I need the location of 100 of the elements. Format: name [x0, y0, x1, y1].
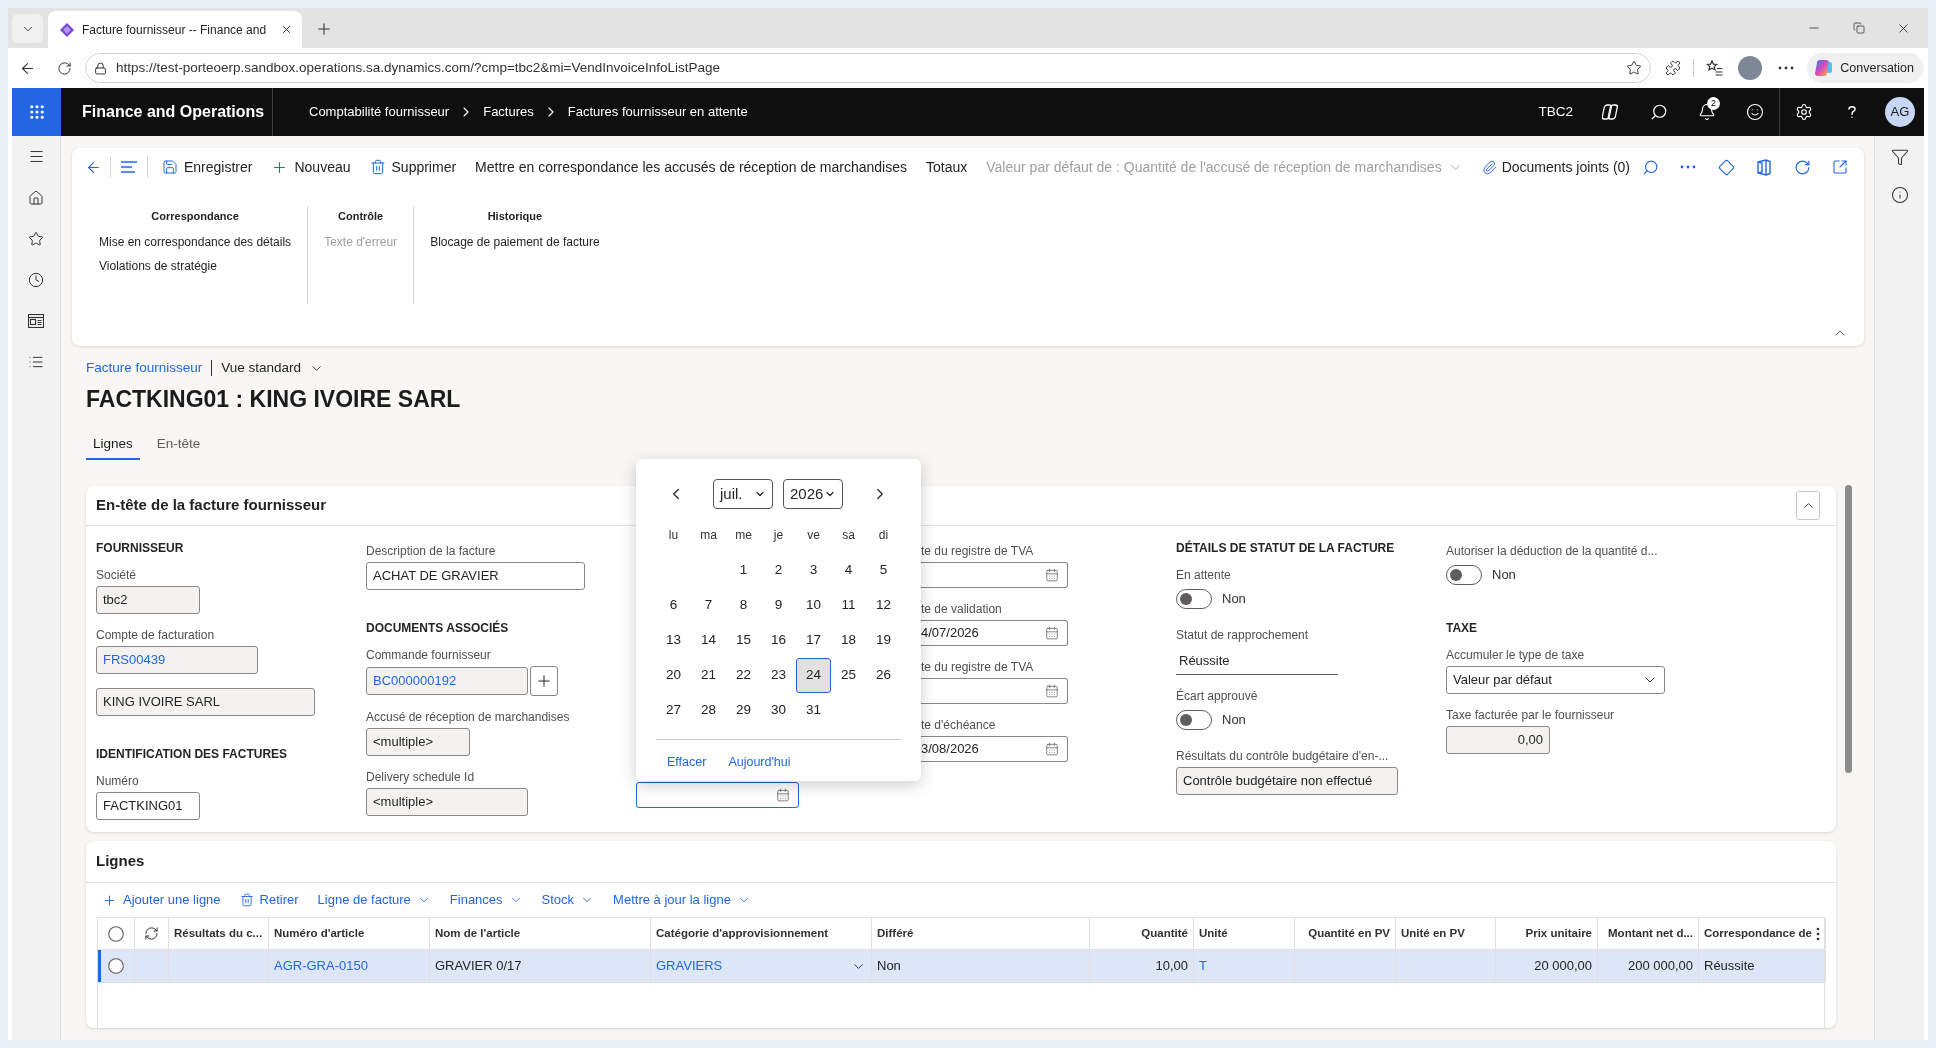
view-selector[interactable]: Vue standard	[221, 357, 325, 379]
calendar-day[interactable]: 12	[866, 588, 901, 623]
column-header[interactable]: Différé	[872, 918, 1090, 949]
column-header[interactable]: Quantité	[1090, 918, 1194, 949]
column-header[interactable]: Numéro d'article	[269, 918, 430, 949]
calendar-day[interactable]: 22	[726, 658, 761, 693]
toolbar-button[interactable]: Enregistrer	[162, 152, 253, 182]
date-field[interactable]	[921, 678, 1068, 704]
input-field[interactable]: FRS00439	[96, 646, 258, 674]
input-field[interactable]: Contrôle budgétaire non effectué	[1176, 767, 1398, 795]
user-avatar[interactable]: AG	[1885, 97, 1915, 127]
calendar-day[interactable]: 1	[726, 553, 761, 588]
calendar-day[interactable]: 10	[796, 588, 831, 623]
date-field[interactable]	[921, 562, 1068, 588]
calendar-day[interactable]: 23	[761, 658, 796, 693]
input-field[interactable]: ACHAT DE GRAVIER	[366, 562, 585, 590]
calendar-day[interactable]: 26	[866, 658, 901, 693]
menu-item[interactable]: Blocage de paiement de facture	[430, 232, 600, 252]
calendar-action-link[interactable]: Effacer	[667, 752, 707, 772]
calendar-day[interactable]: 6	[656, 588, 691, 623]
calendar-day[interactable]: 7	[691, 588, 726, 623]
calendar-day[interactable]: 11	[831, 588, 866, 623]
calendar-day[interactable]: 21	[691, 658, 726, 693]
form-link[interactable]: Facture fournisseur	[86, 357, 203, 379]
calendar-day[interactable]: 27	[656, 693, 691, 728]
tab[interactable]: En-tête	[149, 430, 208, 460]
calendar-day[interactable]: 20	[656, 658, 691, 693]
column-header[interactable]: Nom de l'article	[430, 918, 651, 949]
calendar-day[interactable]: 29	[726, 693, 761, 728]
breadcrumb-link[interactable]: Factures fournisseur en attente	[567, 102, 748, 122]
lookup-field[interactable]: GRAVIERS	[651, 950, 872, 982]
select-field[interactable]: Valeur par défaut	[1446, 666, 1665, 694]
column-header[interactable]: Prix unitaire	[1496, 918, 1598, 949]
toolbar-button[interactable]: Totaux	[926, 152, 968, 182]
calendar-day[interactable]: 8	[726, 588, 761, 623]
input-field[interactable]: FACTKING01	[96, 792, 200, 820]
toolbar-button[interactable]: Nouveau	[271, 152, 351, 182]
input-field[interactable]: 0,00	[1446, 726, 1550, 754]
breadcrumb-link[interactable]: Comptabilité fournisseur	[309, 102, 450, 122]
column-header[interactable]: Correspondance de	[1699, 918, 1826, 949]
calendar-day[interactable]: 13	[656, 623, 691, 658]
calendar-day[interactable]: 17	[796, 623, 831, 658]
column-header[interactable]: Montant net d...	[1598, 918, 1699, 949]
toolbar-button[interactable]: Finances	[449, 886, 523, 914]
toggle-switch[interactable]	[1176, 710, 1212, 730]
calendar-action-link[interactable]: Aujourd'hui	[728, 752, 791, 772]
column-header[interactable]: Unité en PV	[1396, 918, 1496, 949]
calendar-day[interactable]: 31	[796, 693, 831, 728]
calendar-day[interactable]: 19	[866, 623, 901, 658]
menu-item[interactable]: Mise en correspondance des détails	[99, 232, 292, 252]
toolbar-button[interactable]: Supprimer	[369, 152, 457, 182]
toggle-switch[interactable]	[1176, 589, 1212, 609]
assistant-button[interactable]: Conversation	[1807, 53, 1924, 83]
notifications-button[interactable]: 2	[1683, 88, 1731, 136]
refresh-icon[interactable]	[144, 926, 159, 941]
date-field[interactable]	[636, 782, 799, 808]
toolbar-button[interactable]: Ajouter une ligne	[102, 886, 221, 914]
calendar-day[interactable]: 14	[691, 623, 726, 658]
table-row[interactable]: AGR-GRA-0150 GRAVIER 0/17 GRAVIERS Non 10,00 T 20 000,00 200 000,00 Réussite	[98, 950, 1824, 983]
app-launcher-button[interactable]	[12, 88, 61, 136]
toolbar-button[interactable]: Mettre à jour la ligne	[613, 886, 751, 914]
toolbar-button[interactable]: Retirer	[239, 886, 299, 914]
scrollbar-thumb[interactable]	[1845, 485, 1852, 773]
calendar-day[interactable]: 25	[831, 658, 866, 693]
calendar-day[interactable]: 15	[726, 623, 761, 658]
address-bar[interactable]: https://test-porteoerp.sandbox.operations.sa.dynamics.com/?cmp=tbc2&mi=VendInvoiceInfoListPage	[85, 53, 1652, 83]
column-header[interactable]: Unité	[1194, 918, 1295, 949]
month-select[interactable]: juil.	[713, 479, 773, 509]
add-button[interactable]	[530, 666, 558, 696]
input-field[interactable]: <multiple>	[366, 788, 528, 816]
browser-tab[interactable]: Facture fournisseur -- Finance and	[48, 11, 303, 48]
calendar-day[interactable]: 3	[796, 553, 831, 588]
input-field[interactable]: KING IVOIRE SARL	[96, 688, 315, 716]
select-all-circle-icon[interactable]	[108, 925, 124, 942]
column-header[interactable]: Quantité en PV	[1295, 918, 1396, 949]
toggle-switch[interactable]	[1446, 565, 1482, 585]
toolbar-button[interactable]: Mettre en correspondance les accusés de réception de marchandises	[475, 152, 908, 182]
toolbar-button[interactable]: Stock	[541, 886, 595, 914]
calendar-day[interactable]: 9	[761, 588, 796, 623]
calendar-day[interactable]: 28	[691, 693, 726, 728]
menu-item[interactable]: Violations de stratégie	[99, 256, 292, 276]
table-link[interactable]: AGR-GRA-0150	[274, 956, 368, 976]
attachments-button[interactable]: Documents joints (0)	[1481, 152, 1631, 182]
date-field[interactable]: 3/08/2026	[921, 736, 1068, 762]
tab[interactable]: Lignes	[86, 430, 140, 460]
input-field[interactable]: tbc2	[96, 586, 200, 614]
year-select[interactable]: 2026	[783, 479, 843, 509]
calendar-day[interactable]: 4	[831, 553, 866, 588]
calendar-day[interactable]: 16	[761, 623, 796, 658]
toolbar-button[interactable]: Ligne de facture	[317, 886, 431, 914]
filter-icon[interactable]	[1890, 148, 1909, 166]
breadcrumb-link[interactable]: Factures	[483, 102, 534, 122]
calendar-day[interactable]: 30	[761, 693, 796, 728]
input-field[interactable]: BC000000192	[366, 667, 528, 695]
info-icon[interactable]	[1890, 186, 1909, 204]
table-link[interactable]: T	[1199, 956, 1207, 976]
calendar-day[interactable]: 2	[761, 553, 796, 588]
column-header[interactable]: Catégorie d'approvisionnement	[651, 918, 872, 949]
date-field[interactable]: 4/07/2026	[921, 620, 1068, 646]
column-header[interactable]: Résultats du c...	[169, 918, 269, 949]
